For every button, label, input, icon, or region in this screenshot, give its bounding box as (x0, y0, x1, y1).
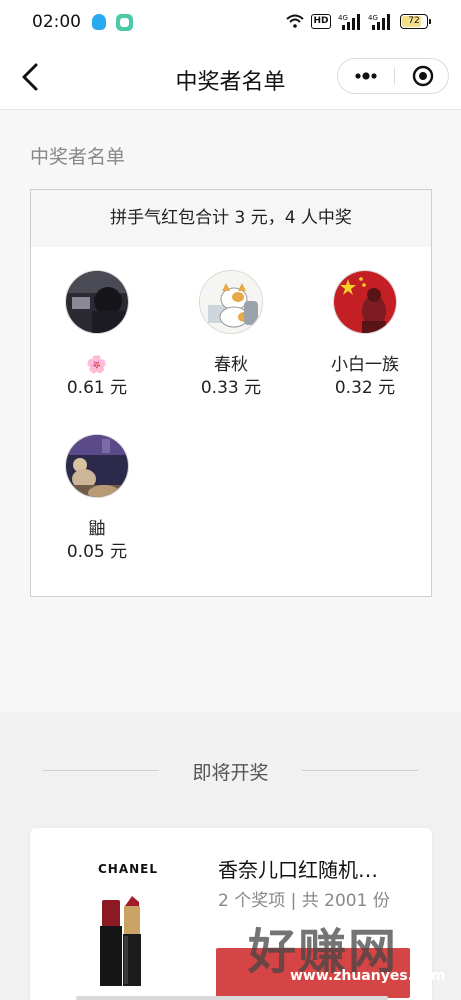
avatar (333, 270, 397, 334)
winner-item: 鼬 0.05 元 (37, 434, 157, 564)
winner-item: 小白一族 0.32 元 (305, 270, 425, 400)
close-button[interactable] (395, 59, 449, 93)
more-dots-icon (355, 72, 377, 80)
status-bar: 02:00 HD 4G 4G 72 (0, 0, 461, 44)
wifi-icon (286, 14, 304, 28)
prize-title: 香奈儿口红随机… (218, 858, 378, 882)
watermark-url: www.zhuanyes.com (290, 968, 446, 984)
winner-amount: 0.05 元 (66, 542, 128, 562)
close-target-icon (412, 65, 434, 87)
prize-meta: 2 个奖项 | 共 2001 份 (218, 891, 390, 911)
upcoming-heading: 即将开奖 (192, 762, 269, 784)
scroll-indicator (76, 996, 388, 1000)
battery-level: 72 (408, 16, 420, 26)
battery-icon: 72 (400, 14, 428, 29)
miniprogram-capsule (337, 58, 449, 94)
avatar (199, 270, 263, 334)
more-button[interactable] (338, 59, 393, 93)
divider-line (302, 770, 418, 771)
avatar (65, 434, 129, 498)
avatar (65, 270, 129, 334)
hd-icon: HD (311, 14, 331, 29)
winner-name: 鼬 (88, 519, 106, 539)
qq-icon (92, 14, 106, 30)
status-time: 02:00 (32, 12, 81, 32)
winner-item: 春秋 0.33 元 (171, 270, 291, 400)
winner-amount: 0.33 元 (200, 378, 262, 398)
signal-label: 4G (338, 14, 348, 22)
chat-icon (116, 14, 133, 31)
winner-amount: 0.32 元 (334, 378, 396, 398)
signal-icon: 4G (338, 14, 360, 30)
section-title: 中奖者名单 (30, 146, 126, 168)
winner-name: 春秋 (214, 355, 248, 375)
signal-icon: 4G (368, 14, 390, 30)
signal-label: 4G (368, 14, 378, 22)
summary-header: 拼手气红包合计 3 元，4 人中奖 (31, 190, 431, 247)
winner-item: 🌸 0.61 元 (37, 270, 157, 400)
prize-brand: CHANEL (98, 862, 159, 876)
nav-bar: 中奖者名单 (0, 44, 461, 110)
winners-card: 拼手气红包合计 3 元，4 人中奖 🌸 0.61 元 春秋 0.33 元 小白一… (30, 189, 432, 597)
winner-name: 🌸 (86, 355, 108, 375)
winner-amount: 0.61 元 (66, 378, 128, 398)
winner-name: 小白一族 (331, 355, 399, 375)
lipstick-image (100, 896, 141, 986)
battery-tip (429, 19, 431, 24)
